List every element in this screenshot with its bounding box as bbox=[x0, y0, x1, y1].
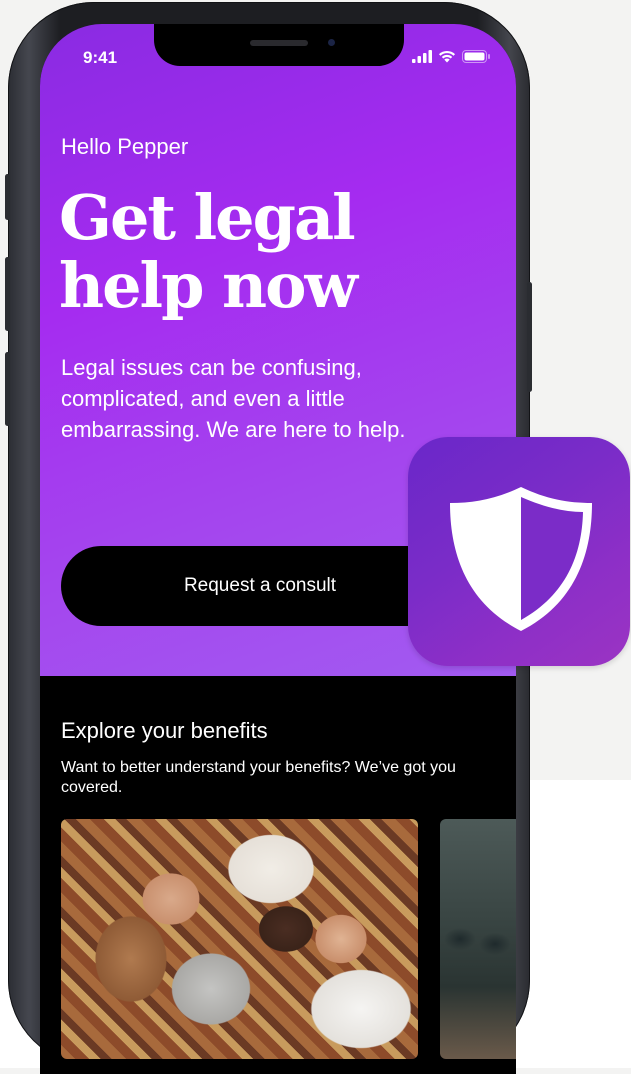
app-icon bbox=[408, 437, 630, 666]
phone-volume-down-button bbox=[5, 352, 10, 426]
status-time: 9:41 bbox=[83, 48, 118, 67]
shield-icon bbox=[450, 487, 592, 631]
benefits-title: Explore your benefits bbox=[61, 718, 268, 743]
hero-subtitle: Legal issues can be confusing, complicat… bbox=[61, 355, 406, 442]
headline-line-1: Get legal bbox=[59, 181, 356, 254]
phone-power-button bbox=[527, 282, 532, 392]
headline: Get legal help now bbox=[59, 184, 479, 320]
phone-side-button bbox=[5, 174, 10, 220]
headline-line-2: help now bbox=[59, 249, 358, 322]
benefits-description: Want to better understand your benefits?… bbox=[61, 759, 456, 796]
speaker-grille bbox=[250, 40, 308, 46]
battery-icon bbox=[462, 50, 490, 63]
cellular-signal-icon bbox=[412, 50, 432, 63]
status-icons bbox=[412, 50, 491, 63]
benefit-card-family-photo[interactable] bbox=[61, 819, 418, 1059]
wifi-icon bbox=[439, 50, 455, 63]
phone-notch bbox=[154, 24, 404, 66]
greeting: Hello Pepper bbox=[61, 134, 189, 159]
phone-volume-up-button bbox=[5, 257, 10, 331]
front-camera bbox=[328, 39, 335, 46]
benefit-card-partial-photo[interactable] bbox=[440, 819, 516, 1059]
